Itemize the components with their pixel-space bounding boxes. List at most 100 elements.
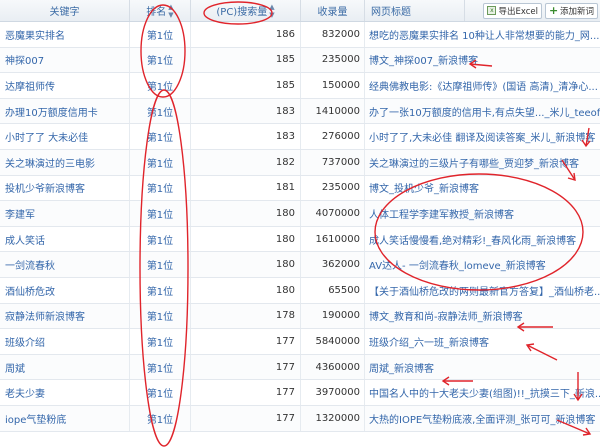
col-header-pc-search[interactable]: (PC)搜索量 ▲ ▼	[191, 0, 301, 21]
indexed-cell: 276000	[301, 124, 365, 149]
page-title-cell[interactable]: AV达人- 一剑流春秋_lomeve_新浪博客	[365, 252, 600, 277]
table-row[interactable]: 李建军 第1位 180 4070000 人体工程学李建军教授_新浪博客	[0, 201, 600, 227]
rank-cell: 第1位	[130, 149, 191, 175]
page-title-cell[interactable]: 小时了了,大未必佳 翻译及阅读答案_米儿_新浪博客	[365, 124, 600, 149]
indexed-cell: 5840000	[301, 329, 365, 354]
pc-search-cell: 177	[191, 329, 301, 354]
rank-cell: 第1位	[130, 73, 191, 98]
page-title-cell[interactable]: 人体工程学李建军教授_新浪博客	[365, 201, 600, 226]
keyword-cell[interactable]: 投机少爷新浪博客	[0, 175, 130, 201]
rank-cell: 第1位	[130, 98, 191, 124]
indexed-cell: 65500	[301, 277, 365, 303]
rank-cell: 第1位	[130, 201, 191, 226]
pc-search-cell: 185	[191, 73, 301, 98]
pc-search-cell: 180	[191, 201, 301, 226]
table-row[interactable]: 神探007 第1位 185 235000 博文_神探007_新浪博客	[0, 47, 600, 74]
keyword-cell[interactable]: 达摩祖师传	[0, 73, 130, 98]
table-row[interactable]: 成人笑话 第1位 180 1610000 成人笑话慢慢看,绝对精彩!_春风化雨_新浪博客	[0, 226, 600, 253]
page-title-cell[interactable]: 【关于酒仙桥危改的两则最新官方答复】_酒仙桥老...	[365, 278, 600, 303]
table-row[interactable]: 班级介绍 第1位 177 5840000 班级介绍_六一班_新浪博客	[0, 329, 600, 355]
export-excel-label: 导出Excel	[498, 6, 538, 17]
keyword-cell[interactable]: 小时了了 大未必佳	[0, 124, 130, 149]
indexed-cell: 150000	[301, 73, 365, 98]
page-title-cell[interactable]: 班级介绍_六一班_新浪博客	[365, 329, 600, 354]
page-title-cell[interactable]: 博文_投机少爷_新浪博客	[365, 176, 600, 201]
table-row[interactable]: 投机少爷新浪博客 第1位 181 235000 博文_投机少爷_新浪博客	[0, 175, 600, 202]
table-row[interactable]: 小时了了 大未必佳 第1位 183 276000 小时了了,大未必佳 翻译及阅读答案_米…	[0, 124, 600, 150]
keyword-cell[interactable]: iope气垫粉底	[0, 405, 130, 431]
keyword-cell[interactable]: 酒仙桥危改	[0, 277, 130, 303]
col-header-rank[interactable]: 排名 ▲ ▼	[130, 0, 191, 21]
col-header-rank-label: 排名	[146, 7, 167, 18]
table-toolbar: x 导出Excel + 添加新词	[465, 0, 600, 21]
col-header-keyword[interactable]: 关键字	[0, 0, 130, 21]
rank-cell: 第1位	[130, 175, 191, 201]
page-title-cell[interactable]: 关之琳演过的三级片子有哪些_贾迎梦_新浪博客	[365, 150, 600, 175]
keyword-cell[interactable]: 成人笑话	[0, 226, 130, 252]
table-row[interactable]: 寂静法师新浪博客 第1位 178 190000 博文_教育和尚-寂静法师_新浪博客	[0, 303, 600, 330]
pc-search-cell: 180	[191, 252, 301, 277]
pc-search-cell: 182	[191, 149, 301, 175]
table-body: 恶魔果实排名 第1位 186 832000 想吃的恶魔果实排名 10种让人非常想要的能力…	[0, 22, 600, 432]
page-title-cell[interactable]: 想吃的恶魔果实排名 10种让人非常想要的能力_网...	[365, 22, 600, 47]
table-row[interactable]: 酒仙桥危改 第1位 180 65500 【关于酒仙桥危改的两则最新官方答复】_酒仙桥老.…	[0, 277, 600, 304]
table-row[interactable]: 周斌 第1位 177 4360000 周斌_新浪博客	[0, 354, 600, 381]
page-title-cell[interactable]: 博文_神探007_新浪博客	[365, 48, 600, 73]
pc-search-cell: 177	[191, 380, 301, 405]
pc-search-cell: 177	[191, 405, 301, 431]
table-row[interactable]: 恶魔果实排名 第1位 186 832000 想吃的恶魔果实排名 10种让人非常想要的能力…	[0, 22, 600, 48]
keyword-cell[interactable]: 办理10万额度信用卡	[0, 98, 130, 124]
keyword-cell[interactable]: 寂静法师新浪博客	[0, 303, 130, 329]
indexed-cell: 1610000	[301, 226, 365, 252]
rank-cell: 第1位	[130, 405, 191, 431]
keyword-cell[interactable]: 恶魔果实排名	[0, 22, 130, 47]
table-row[interactable]: 办理10万额度信用卡 第1位 183 1410000 办了一张10万额度的信用卡,有点失…	[0, 98, 600, 125]
excel-icon: x	[487, 6, 497, 15]
keyword-cell[interactable]: 一剑流春秋	[0, 252, 130, 277]
rank-cell: 第1位	[130, 47, 191, 73]
keyword-cell[interactable]: 关之琳演过的三电影	[0, 149, 130, 175]
page-title-cell[interactable]: 成人笑话慢慢看,绝对精彩!_春风化雨_新浪博客	[365, 227, 600, 252]
table-row[interactable]: 关之琳演过的三电影 第1位 182 737000 关之琳演过的三级片子有哪些_贾迎梦_新…	[0, 149, 600, 176]
indexed-cell: 1410000	[301, 98, 365, 124]
col-header-page-title[interactable]: 网页标题	[365, 0, 465, 21]
page-title-cell[interactable]: 办了一张10万额度的信用卡,有点失望..._米儿_teeoff_...	[365, 99, 600, 124]
page-title-cell[interactable]: 大热的IOPE气垫粉底液,全面评测_张可可_新浪博客	[365, 406, 600, 431]
indexed-cell: 235000	[301, 175, 365, 201]
table-row[interactable]: 达摩祖师传 第1位 185 150000 经典佛教电影:《达摩祖师传》(国语 高清)_清…	[0, 73, 600, 99]
sort-icon[interactable]: ▲ ▼	[168, 3, 173, 19]
table-row[interactable]: 老夫少妻 第1位 177 3970000 中国名人中的十大老夫少妻(组图)!!_抗摸三下…	[0, 380, 600, 406]
col-header-indexed[interactable]: 收录量	[301, 0, 365, 21]
indexed-cell: 190000	[301, 303, 365, 329]
keyword-cell[interactable]: 老夫少妻	[0, 380, 130, 405]
page-title-cell[interactable]: 周斌_新浪博客	[365, 355, 600, 380]
pc-search-cell: 183	[191, 98, 301, 124]
pc-search-cell: 185	[191, 47, 301, 73]
add-keyword-label: 添加新词	[559, 6, 594, 17]
col-header-indexed-label: 收录量	[317, 7, 348, 18]
indexed-cell: 737000	[301, 149, 365, 175]
keyword-cell[interactable]: 周斌	[0, 354, 130, 380]
table-row[interactable]: 一剑流春秋 第1位 180 362000 AV达人- 一剑流春秋_lomeve_新浪博客	[0, 252, 600, 278]
rank-cell: 第1位	[130, 252, 191, 277]
page-title-cell[interactable]: 经典佛教电影:《达摩祖师传》(国语 高清)_清净心...	[365, 73, 600, 98]
keyword-cell[interactable]: 班级介绍	[0, 329, 130, 354]
indexed-cell: 4360000	[301, 354, 365, 380]
page-title-cell[interactable]: 中国名人中的十大老夫少妻(组图)!!_抗摸三下_新浪...	[365, 380, 600, 405]
sort-icon[interactable]: ▲ ▼	[269, 3, 274, 19]
export-excel-button[interactable]: x 导出Excel	[483, 2, 542, 19]
pc-search-cell: 178	[191, 303, 301, 329]
plus-icon: +	[548, 4, 559, 17]
keyword-cell[interactable]: 神探007	[0, 47, 130, 73]
pc-search-cell: 180	[191, 226, 301, 252]
rank-cell: 第1位	[130, 277, 191, 303]
pc-search-cell: 177	[191, 354, 301, 380]
table-row[interactable]: iope气垫粉底 第1位 177 1320000 大热的IOPE气垫粉底液,全面评测_张…	[0, 405, 600, 432]
page-title-cell[interactable]: 博文_教育和尚-寂静法师_新浪博客	[365, 304, 600, 329]
pc-search-cell: 180	[191, 277, 301, 303]
col-header-page-title-label: 网页标题	[371, 7, 411, 18]
add-keyword-button[interactable]: + 添加新词	[544, 2, 598, 19]
keyword-cell[interactable]: 李建军	[0, 201, 130, 226]
col-header-pc-search-label: (PC)搜索量	[216, 7, 268, 18]
rank-cell: 第1位	[130, 22, 191, 47]
